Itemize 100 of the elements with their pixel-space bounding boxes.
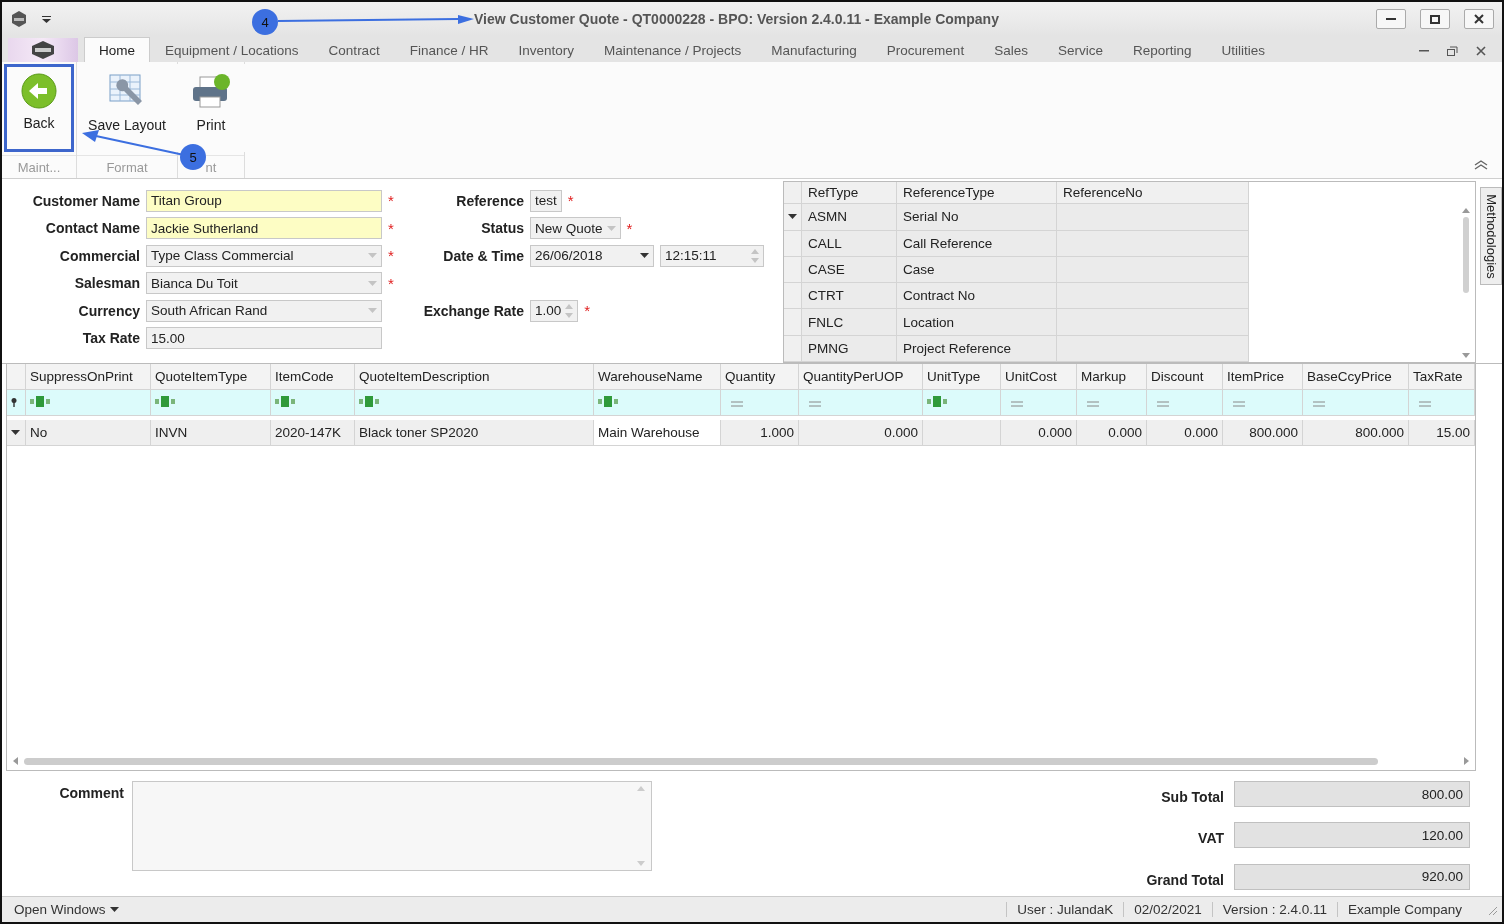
scroll-down-icon[interactable] [637, 861, 645, 866]
minimize-button[interactable] [1376, 9, 1406, 29]
group-label: Format [77, 155, 177, 178]
scroll-up-icon[interactable] [637, 786, 645, 791]
equals-filter-icon[interactable] [1233, 401, 1245, 407]
dropdown-field[interactable]: New Quote [530, 217, 621, 240]
ribbon-tab[interactable]: Procurement [871, 37, 980, 62]
dropdown-arrow-icon[interactable] [606, 225, 616, 231]
maximize-button[interactable] [1420, 9, 1450, 29]
text-filter-icon[interactable] [598, 396, 618, 407]
ribbon-tab[interactable]: Reporting [1117, 37, 1207, 62]
input-field[interactable]: test [530, 189, 562, 212]
ribbon-tab[interactable]: Home [84, 37, 150, 62]
equals-filter-icon[interactable] [1011, 401, 1023, 407]
close-button[interactable] [1464, 9, 1494, 29]
dropdown-field[interactable]: South African Rand [146, 299, 382, 322]
status-item: Example Company [1336, 902, 1472, 917]
column-header[interactable]: ReferenceType [896, 182, 1057, 205]
text-filter-icon[interactable] [927, 396, 947, 407]
ribbon-tab[interactable]: Equipment / Locations [150, 37, 314, 62]
open-windows-menu[interactable]: Open Windows [14, 902, 119, 917]
table-cell: 0.000 [1147, 420, 1223, 446]
close-icon[interactable] [1476, 46, 1486, 56]
group-label: Maint... [2, 155, 76, 178]
scroll-right-icon[interactable] [1464, 757, 1469, 765]
table-cell: CTRT [801, 283, 897, 310]
equals-filter-icon[interactable] [1419, 401, 1431, 407]
table-cell: Black toner SP2020 [355, 420, 594, 446]
field-label: Commercial [58, 247, 140, 264]
scroll-down-icon[interactable] [1462, 353, 1470, 358]
field-label: Customer Name [31, 192, 140, 209]
required-mark: * [388, 219, 395, 237]
scroll-up-icon[interactable] [1462, 208, 1470, 214]
text-filter-icon[interactable] [359, 396, 379, 407]
total-label: Sub Total [1160, 789, 1224, 806]
table-cell: Location [896, 309, 1057, 336]
ribbon-button[interactable]: Back [4, 64, 74, 152]
printer-icon [191, 73, 231, 111]
table-cell: Call Reference [896, 230, 1057, 257]
spin-arrows-icon[interactable] [751, 247, 759, 264]
ribbon-tab[interactable]: Manufacturing [756, 37, 872, 62]
minimize-icon[interactable] [1419, 50, 1429, 52]
text-filter-icon[interactable] [30, 396, 50, 407]
column-header[interactable]: ReferenceNo [1056, 182, 1249, 205]
dropdown-field[interactable]: Type Class Commercial [146, 244, 382, 267]
table-cell: 0.000 [1001, 420, 1077, 446]
ribbon-tab[interactable]: Sales [979, 37, 1043, 62]
dropdown-arrow-icon[interactable] [368, 253, 377, 259]
app-menu-button[interactable] [8, 38, 78, 62]
input-field[interactable]: 15.00 [146, 327, 382, 350]
side-panel-tab[interactable]: Methodologies [1480, 187, 1502, 285]
quick-access-menu-icon[interactable] [42, 15, 51, 23]
equals-filter-icon[interactable] [1157, 401, 1169, 407]
input-field[interactable]: Jackie Sutherland [146, 217, 382, 240]
dropdown-arrow-icon[interactable] [368, 308, 377, 314]
dropdown-field[interactable]: Bianca Du Toit [146, 272, 382, 295]
input-field[interactable]: Titan Group [146, 189, 382, 212]
table-cell: FNLC [801, 309, 897, 336]
table-cell: 1.000 [721, 420, 799, 446]
ribbon-tab[interactable]: Service [1042, 37, 1118, 62]
table-cell: Contract No [896, 283, 1057, 310]
ribbon-tab[interactable]: Inventory [503, 37, 589, 62]
table-cell: PMNG [801, 335, 897, 362]
restore-icon[interactable] [1447, 46, 1458, 56]
ribbon-tab[interactable]: Contract [313, 37, 395, 62]
field-label: Contact Name [44, 220, 140, 237]
table-cell: 800.000 [1303, 420, 1409, 446]
row-indicator[interactable] [783, 204, 802, 231]
required-mark: * [388, 247, 395, 265]
collapse-ribbon-icon[interactable] [1474, 160, 1488, 170]
dropdown-arrow-icon[interactable] [368, 280, 377, 286]
spin-arrows-icon[interactable] [565, 302, 574, 319]
table-cell: Serial No [896, 204, 1057, 231]
field-label: Currency [77, 302, 140, 319]
comment-field[interactable] [132, 781, 652, 871]
equals-filter-icon[interactable] [809, 401, 821, 407]
ribbon-tab[interactable]: Maintenance / Projects [588, 37, 757, 62]
status-item: User : JulandaK [1006, 902, 1124, 917]
ribbon-tab[interactable]: Finance / HR [394, 37, 504, 62]
time-field[interactable]: 12:15:11 [660, 244, 764, 267]
scroll-thumb[interactable] [1463, 217, 1469, 293]
equals-filter-icon[interactable] [1313, 401, 1325, 407]
ribbon-button[interactable]: Print [176, 64, 246, 152]
number-field[interactable]: 1.00 [530, 299, 579, 322]
scroll-thumb[interactable] [24, 757, 1378, 765]
equals-filter-icon[interactable] [731, 401, 743, 407]
ribbon-tab[interactable]: Utilities [1206, 37, 1280, 62]
equals-filter-icon[interactable] [1087, 401, 1099, 407]
app-logo-icon[interactable] [10, 10, 28, 28]
row-indicator[interactable] [7, 420, 26, 446]
field-label: Tax Rate [81, 330, 140, 347]
text-filter-icon[interactable] [155, 396, 175, 407]
status-item: 02/02/2021 [1123, 902, 1212, 917]
required-mark: * [388, 192, 395, 210]
column-header[interactable]: RefType [801, 182, 897, 205]
text-filter-icon[interactable] [275, 396, 295, 407]
minimize-icon [1386, 18, 1396, 20]
input-field[interactable]: 26/06/2018 [530, 244, 654, 267]
scroll-left-icon[interactable] [13, 757, 18, 765]
field-label: Reference [455, 192, 524, 209]
